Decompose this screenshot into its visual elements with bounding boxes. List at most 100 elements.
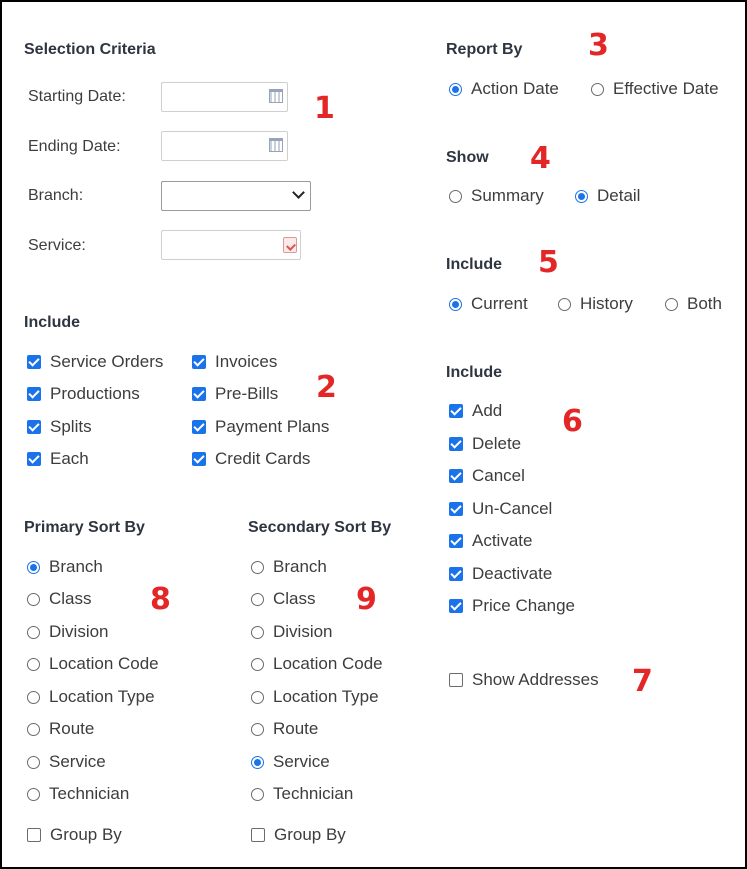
include-status-history-radio[interactable]: History [558, 294, 633, 314]
checkbox-checked-icon[interactable] [27, 452, 41, 466]
radio-selected-icon[interactable] [27, 560, 40, 574]
checkbox-checked-icon[interactable] [449, 404, 463, 418]
branch-select[interactable] [161, 181, 311, 211]
primary-sort-class-radio[interactable]: Class [27, 589, 92, 609]
radio-icon[interactable] [27, 690, 40, 704]
include-status-label: Both [687, 294, 722, 313]
show-detail-radio[interactable]: Detail [575, 186, 640, 206]
starting-date-input[interactable] [161, 82, 288, 112]
radio-icon[interactable] [665, 297, 678, 311]
include-action-label: Un-Cancel [472, 499, 553, 518]
primary-sort-label: Technician [49, 784, 130, 803]
checkbox-checked-icon[interactable] [192, 355, 206, 369]
include-status-both-radio[interactable]: Both [665, 294, 722, 314]
secondary-sort-branch-radio[interactable]: Branch [251, 557, 327, 577]
secondary-sort-technician-radio[interactable]: Technician [251, 784, 353, 804]
show-addresses-checkbox[interactable]: Show Addresses [449, 670, 599, 690]
checkbox-checked-icon[interactable] [449, 437, 463, 451]
include-action-deactivate-checkbox[interactable]: Deactivate [449, 564, 552, 584]
primary-sort-route-radio[interactable]: Route [27, 719, 94, 739]
radio-icon[interactable] [27, 592, 40, 606]
secondary-sort-division-radio[interactable]: Division [251, 622, 333, 642]
radio-icon[interactable] [591, 82, 604, 96]
include-pre-bills-checkbox[interactable]: Pre-Bills [192, 384, 278, 404]
radio-icon[interactable] [27, 722, 40, 736]
radio-icon[interactable] [251, 592, 264, 606]
secondary-sort-location-type-radio[interactable]: Location Type [251, 687, 379, 707]
include-action-un-cancel-checkbox[interactable]: Un-Cancel [449, 499, 552, 519]
include-action-cancel-checkbox[interactable]: Cancel [449, 466, 525, 486]
checkbox-icon[interactable] [251, 828, 265, 842]
radio-icon[interactable] [251, 722, 264, 736]
checkbox-checked-icon[interactable] [449, 567, 463, 581]
primary-group-by-checkbox[interactable]: Group By [27, 825, 122, 845]
checkbox-checked-icon[interactable] [449, 599, 463, 613]
primary-sort-label: Branch [49, 557, 103, 576]
secondary-sort-label: Technician [273, 784, 354, 803]
checkbox-checked-icon[interactable] [27, 355, 41, 369]
include-splits-checkbox[interactable]: Splits [27, 417, 92, 437]
include-action-delete-checkbox[interactable]: Delete [449, 434, 521, 454]
checkbox-icon[interactable] [27, 828, 41, 842]
service-lookup-icon[interactable] [283, 237, 297, 253]
checkbox-checked-icon[interactable] [192, 387, 206, 401]
checkbox-checked-icon[interactable] [192, 452, 206, 466]
radio-icon[interactable] [558, 297, 571, 311]
primary-sort-branch-radio[interactable]: Branch [27, 557, 103, 577]
calendar-icon[interactable] [269, 138, 283, 152]
checkbox-checked-icon[interactable] [449, 502, 463, 516]
include-action-price-change-checkbox[interactable]: Price Change [449, 596, 575, 616]
checkbox-checked-icon[interactable] [27, 387, 41, 401]
radio-selected-icon[interactable] [449, 82, 462, 96]
include-credit-cards-checkbox[interactable]: Credit Cards [192, 449, 310, 469]
report-by-effective-date-radio[interactable]: Effective Date [591, 79, 719, 99]
radio-selected-icon[interactable] [575, 189, 588, 203]
primary-sort-service-radio[interactable]: Service [27, 752, 106, 772]
service-input[interactable] [161, 230, 301, 260]
radio-icon[interactable] [27, 657, 40, 671]
include-productions-checkbox[interactable]: Productions [27, 384, 140, 404]
chevron-down-icon [292, 186, 305, 199]
radio-icon[interactable] [449, 189, 462, 203]
radio-icon[interactable] [251, 560, 264, 574]
primary-sort-division-radio[interactable]: Division [27, 622, 109, 642]
primary-sort-location-code-radio[interactable]: Location Code [27, 654, 159, 674]
primary-sort-label: Service [49, 752, 106, 771]
include-action-label: Cancel [472, 466, 525, 485]
secondary-sort-location-code-radio[interactable]: Location Code [251, 654, 383, 674]
include-label: Invoices [215, 352, 278, 371]
secondary-sort-service-radio[interactable]: Service [251, 752, 330, 772]
radio-icon[interactable] [27, 755, 40, 769]
primary-sort-location-type-radio[interactable]: Location Type [27, 687, 155, 707]
include-invoices-checkbox[interactable]: Invoices [192, 352, 277, 372]
secondary-sort-class-radio[interactable]: Class [251, 589, 316, 609]
ending-date-input[interactable] [161, 131, 288, 161]
radio-selected-icon[interactable] [251, 755, 264, 769]
primary-sort-label: Route [49, 719, 95, 738]
show-summary-radio[interactable]: Summary [449, 186, 544, 206]
include-status-current-radio[interactable]: Current [449, 294, 528, 314]
include-action-add-checkbox[interactable]: Add [449, 401, 502, 421]
radio-icon[interactable] [251, 787, 264, 801]
secondary-group-by-checkbox[interactable]: Group By [251, 825, 346, 845]
primary-sort-technician-radio[interactable]: Technician [27, 784, 129, 804]
checkbox-icon[interactable] [449, 673, 463, 687]
checkbox-checked-icon[interactable] [27, 420, 41, 434]
radio-icon[interactable] [251, 690, 264, 704]
radio-icon[interactable] [27, 787, 40, 801]
include-action-activate-checkbox[interactable]: Activate [449, 531, 532, 551]
radio-icon[interactable] [251, 657, 264, 671]
include-payment-plans-checkbox[interactable]: Payment Plans [192, 417, 329, 437]
checkbox-checked-icon[interactable] [449, 534, 463, 548]
checkbox-checked-icon[interactable] [192, 420, 206, 434]
include-service-orders-checkbox[interactable]: Service Orders [27, 352, 163, 372]
report-by-action-date-radio[interactable]: Action Date [449, 79, 559, 99]
radio-icon[interactable] [27, 625, 40, 639]
checkbox-checked-icon[interactable] [449, 469, 463, 483]
calendar-icon[interactable] [269, 89, 283, 103]
secondary-sort-label: Class [273, 589, 316, 608]
radio-selected-icon[interactable] [449, 297, 462, 311]
radio-icon[interactable] [251, 625, 264, 639]
include-each-checkbox[interactable]: Each [27, 449, 89, 469]
secondary-sort-route-radio[interactable]: Route [251, 719, 318, 739]
